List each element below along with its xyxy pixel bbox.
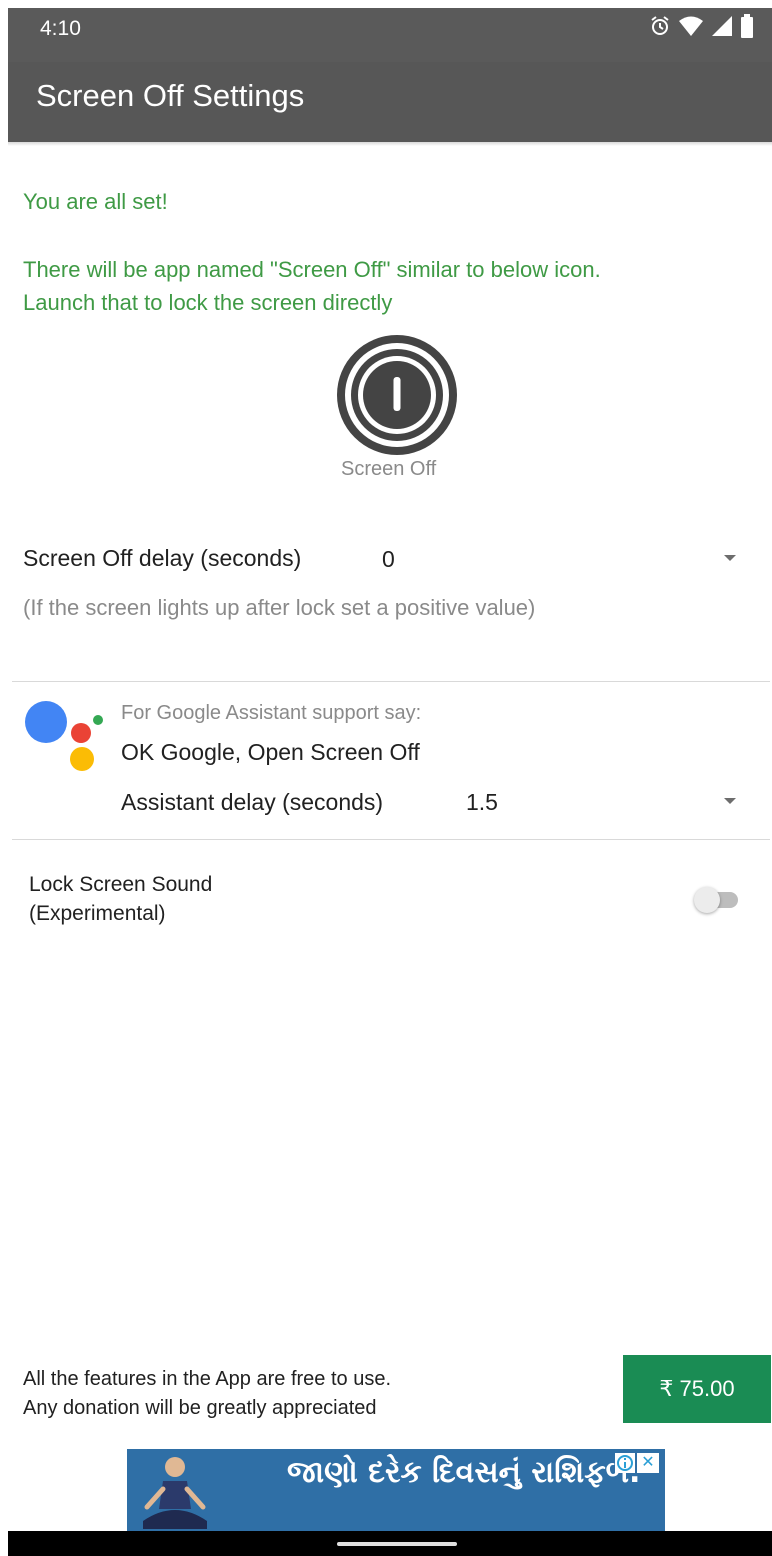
battery-icon — [741, 14, 753, 38]
assistant-delay-spinner[interactable]: 1.5 — [454, 781, 750, 825]
toggle-thumb — [694, 887, 720, 913]
ad-close-button[interactable]: ✕ — [637, 1453, 659, 1473]
status-icons — [649, 14, 754, 38]
ad-info-icon[interactable] — [615, 1453, 635, 1473]
donate-button[interactable]: ₹ 75.00 — [623, 1355, 771, 1423]
divider — [12, 839, 770, 840]
lock-sound-toggle[interactable] — [692, 884, 744, 916]
app-bar-shadow — [8, 142, 772, 146]
assistant-delay-label: Assistant delay (seconds) — [121, 789, 384, 815]
setup-instructions-line-1: There will be app named "Screen Off" sim… — [23, 257, 601, 282]
signal-icon — [712, 16, 732, 36]
divider — [12, 681, 770, 682]
assistant-phrase: OK Google, Open Screen Off — [121, 739, 420, 765]
alarm-icon — [651, 16, 669, 35]
delay-value: 0 — [382, 546, 395, 572]
page-title: Screen Off Settings — [36, 78, 305, 113]
delay-label: Screen Off delay (seconds) — [23, 545, 302, 571]
dropdown-arrow-icon — [724, 798, 736, 804]
dropdown-arrow-icon — [724, 555, 736, 561]
meditation-figure-icon — [143, 1457, 207, 1529]
setup-status-text: You are all set! — [23, 189, 168, 214]
home-gesture-handle[interactable] — [337, 1542, 457, 1546]
sound-label-line-1: Lock Screen Sound — [29, 873, 213, 896]
sound-label-line-2: (Experimental) — [29, 902, 166, 925]
donation-text-line-1: All the features in the App are free to … — [23, 1368, 392, 1390]
delay-hint: (If the screen lights up after lock set … — [23, 595, 536, 620]
setup-instructions-line-2: Launch that to lock the screen directly — [23, 290, 393, 315]
donation-text-line-2: Any donation will be greatly appreciated — [23, 1397, 377, 1419]
google-assistant-icon — [25, 701, 103, 771]
wifi-icon — [679, 16, 703, 36]
screen-off-app-icon — [337, 335, 457, 455]
ad-banner[interactable]: જાણો દરેક દિવસનું રાશિફળ. ✕ — [127, 1449, 665, 1531]
assistant-delay-value: 1.5 — [466, 789, 498, 815]
status-time: 4:10 — [40, 17, 81, 40]
assistant-caption: For Google Assistant support say: — [121, 702, 422, 724]
ad-text: જાણો દરેક દિવસનું રાશિફળ. — [287, 1455, 641, 1490]
app-icon-label: Screen Off — [341, 458, 437, 480]
delay-spinner[interactable]: 0 — [370, 538, 750, 582]
